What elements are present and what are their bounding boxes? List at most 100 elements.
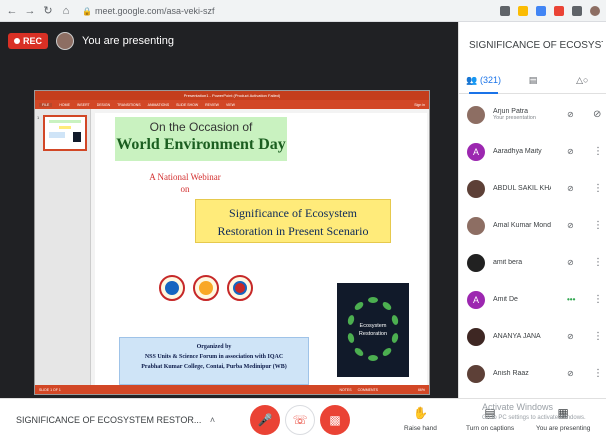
participant-avatar (467, 216, 485, 235)
reload-icon[interactable]: ↻ (42, 0, 54, 22)
more-options-icon[interactable]: ⋮ (593, 183, 603, 194)
more-options-icon[interactable]: ⋮ (593, 331, 603, 342)
participant-avatar (467, 179, 485, 198)
raise-hand-button[interactable]: ✋ Raise hand (404, 405, 437, 432)
slide-canvas: On the Occasion of World Environment Day… (95, 113, 427, 385)
leave-call-button[interactable]: ☏ (285, 405, 315, 435)
tab-chat[interactable]: ▤ (508, 70, 557, 94)
more-options-icon[interactable]: ⋮ (593, 146, 603, 157)
participant-name-block: Amit De (493, 296, 551, 303)
extension-icon[interactable] (554, 5, 564, 16)
more-options-icon[interactable]: ⋮ (593, 257, 603, 268)
mic-muted-icon: ⊘ (567, 221, 574, 230)
organizer-box: Organized by NSS Units & Science Forum i… (119, 337, 309, 385)
puzzle-icon[interactable] (572, 5, 582, 16)
participant-row[interactable]: A Aaradhya Maity ⊘ ⋮ (459, 133, 606, 170)
ribbon-tab[interactable]: ANIMATIONS (148, 103, 170, 107)
record-icon (14, 38, 20, 44)
participant-row[interactable]: A Amit De ••• ⋮ (459, 281, 606, 318)
ribbon-tab[interactable]: REVIEW (205, 103, 219, 107)
participant-list[interactable]: Arjun Patra Your presentation ⊘ ⊘ A Aaradhya … (459, 96, 606, 392)
sign-in-link[interactable]: Sign in (414, 103, 425, 107)
watermark-line1: Activate Windows (482, 402, 554, 412)
tab-activities[interactable]: △○ (558, 70, 606, 94)
ribbon-tab[interactable]: HOME (59, 103, 70, 107)
national-webinar-text: A National Webinar (149, 172, 221, 182)
topic-line1: Significance of Ecosystem (229, 206, 357, 220)
chevron-up-icon: ˄ (209, 415, 216, 425)
svg-text:Restoration: Restoration (359, 331, 387, 337)
people-icon: 👥 (466, 74, 478, 85)
extension-icon[interactable] (500, 5, 510, 16)
watermark-line2: Go to PC settings to activate Windows. (482, 415, 586, 421)
tab-people[interactable]: 👥 (321) (459, 70, 508, 94)
organized-by-text: Organized by (196, 344, 232, 350)
presenting-label: You are presenting (536, 425, 591, 432)
participant-row[interactable]: Amal Kumar Mondal Fa... ⊘ ⋮ (459, 207, 606, 244)
ribbon-tab[interactable]: INSERT (77, 103, 90, 107)
participant-name-block: Amal Kumar Mondal Fa... (493, 222, 551, 229)
nss-logo (159, 275, 185, 301)
notes-button[interactable]: NOTES (340, 388, 352, 392)
star-icon[interactable] (518, 5, 528, 16)
back-icon[interactable]: ← (6, 0, 18, 22)
pin-off-icon[interactable]: ⊘ (593, 109, 601, 120)
more-options-icon[interactable]: ⋮ (593, 368, 603, 379)
extension-icon[interactable] (536, 5, 546, 16)
meeting-details[interactable]: SIGNIFICANCE OF ECOSYSTEM RESTOR... ˄ (16, 415, 215, 425)
ribbon-tab[interactable]: FILE (39, 102, 53, 107)
address-bar[interactable]: 🔒 meet.google.com/asa-veki-szf (82, 6, 215, 16)
svg-text:Ecosystem: Ecosystem (360, 323, 387, 329)
participant-name-block: amit bera (493, 259, 551, 266)
participant-name-block: Anish Raaz (493, 370, 551, 377)
participant-avatar (467, 364, 485, 383)
more-options-icon[interactable]: ⋮ (593, 220, 603, 231)
participant-row[interactable]: ANANYA JANA ⊘ ⋮ (459, 318, 606, 355)
slide-thumbnail[interactable] (43, 115, 87, 151)
profile-avatar[interactable] (590, 5, 600, 16)
participant-row[interactable]: Arjun Patra Your presentation ⊘ ⊘ (459, 96, 606, 133)
chat-icon: ▤ (528, 74, 538, 85)
participant-name: amit bera (493, 259, 523, 266)
browser-extensions (500, 5, 600, 16)
camera-toggle-button[interactable]: ▩ (320, 405, 350, 435)
mic-off-icon: 🎤 (257, 413, 273, 427)
powerpoint-window: Presentation1 - PowerPoint (Product Acti… (34, 90, 430, 395)
webinar-heading: A National Webinar on (115, 171, 255, 195)
mic-muted-icon: ⊘ (567, 332, 574, 341)
phone-hangup-icon: ☏ (292, 413, 308, 427)
captions-label: Turn on captions (466, 425, 515, 432)
zoom-level[interactable]: 66% (418, 388, 425, 392)
ecosystem-restoration-logo: Ecosystem Restoration (337, 283, 409, 377)
rec-label: REC (23, 36, 43, 46)
participant-avatar (467, 327, 485, 346)
participant-name: ABDUL SAKIL KHAN (493, 185, 551, 192)
more-options-icon[interactable]: ⋮ (593, 294, 603, 305)
participant-row[interactable]: amit bera ⊘ ⋮ (459, 244, 606, 281)
ribbon-tab[interactable]: DESIGN (97, 103, 110, 107)
mic-toggle-button[interactable]: 🎤 (250, 405, 280, 435)
participant-name-block: Arjun Patra Your presentation (493, 108, 551, 121)
ribbon-tab[interactable]: SLIDE SHOW (176, 103, 198, 107)
participant-avatar (467, 105, 485, 124)
meeting-name: SIGNIFICANCE OF ECOSYSTEM RESTOR... (16, 415, 202, 425)
presenter-avatar (56, 32, 75, 50)
ribbon-tab[interactable]: TRANSITIONS (117, 103, 141, 107)
participant-name: ANANYA JANA (493, 333, 541, 340)
institution-logos (159, 275, 253, 301)
ribbon-tab[interactable]: VIEW (226, 103, 235, 107)
participant-row[interactable]: Anish Raaz ⊘ ⋮ (459, 355, 606, 392)
mic-muted-icon: ⊘ (567, 147, 574, 156)
event-title: World Environment Day (116, 136, 286, 153)
slide-thumbnails: 1 (35, 109, 91, 385)
ppt-titlebar: Presentation1 - PowerPoint (Product Acti… (35, 91, 429, 100)
iqac-logo (227, 275, 253, 301)
lock-icon: 🔒 (82, 6, 92, 16)
participant-row[interactable]: ABDUL SAKIL KHAN ⊘ ⋮ (459, 170, 606, 207)
forward-icon[interactable]: → (24, 0, 36, 22)
browser-toolbar: ← → ↻ ⌂ 🔒 meet.google.com/asa-veki-szf (0, 0, 606, 22)
home-icon[interactable]: ⌂ (60, 0, 72, 22)
panel-tabs: 👥 (321) ▤ △○ (459, 70, 606, 94)
college-logo (193, 275, 219, 301)
comments-button[interactable]: COMMENTS (358, 388, 378, 392)
